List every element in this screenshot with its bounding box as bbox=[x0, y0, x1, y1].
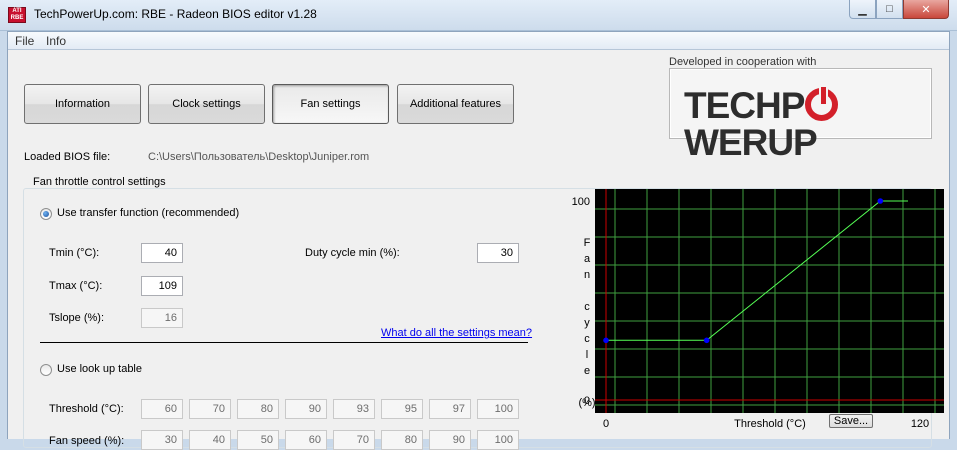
curve-point bbox=[603, 337, 609, 344]
x-tick-label: 0 bbox=[603, 418, 609, 430]
y-axis-label: (%) bbox=[578, 397, 595, 409]
main-window: File Info Information Clock settings Fan… bbox=[7, 31, 950, 450]
tslope-field bbox=[141, 308, 183, 328]
power-icon bbox=[805, 85, 839, 121]
fan-speed-field-1 bbox=[141, 430, 183, 450]
lookup-table-radio[interactable] bbox=[40, 364, 52, 376]
techpowerup-logo[interactable]: TECHPWERUP bbox=[669, 68, 932, 161]
y-axis-label: l bbox=[586, 349, 588, 361]
duty-cycle-min-field[interactable] bbox=[477, 243, 519, 263]
fan-speed-label: Fan speed (%): bbox=[49, 435, 125, 447]
fan-curve-chart: 100 0 0 120 Threshold (°C) Fa n c y c l e (%) Save..… bbox=[548, 182, 950, 440]
bios-file-path: C:\Users\Пользователь\Desktop\Juniper.ro… bbox=[148, 151, 370, 163]
tab-clock-settings[interactable]: Clock settings bbox=[148, 84, 265, 124]
y-axis-label: a bbox=[584, 253, 591, 265]
transfer-function-radio[interactable] bbox=[40, 208, 52, 220]
fan-speed-field-2 bbox=[189, 430, 231, 450]
fan-speed-field-8 bbox=[477, 430, 519, 450]
fan-speed-field-7 bbox=[429, 430, 471, 450]
y-axis-label: e bbox=[584, 365, 590, 377]
threshold-field-2 bbox=[189, 399, 231, 419]
curve-point bbox=[877, 198, 884, 204]
tmin-label: Tmin (°C): bbox=[49, 247, 100, 259]
y-axis-label: c bbox=[584, 333, 590, 345]
bios-file-label: Loaded BIOS file: bbox=[24, 151, 111, 163]
title-bar: ATI RBE TechPowerUp.com: RBE - Radeon BI… bbox=[0, 0, 957, 31]
save-chart-button[interactable]: Save... bbox=[829, 414, 873, 428]
tslope-label: Tslope (%): bbox=[49, 312, 105, 324]
y-tick-label: 100 bbox=[572, 196, 590, 208]
threshold-field-1 bbox=[141, 399, 183, 419]
tab-information[interactable]: Information bbox=[24, 84, 141, 124]
divider bbox=[40, 342, 528, 343]
menu-bar: File Info bbox=[8, 32, 949, 50]
tmax-label: Tmax (°C): bbox=[49, 280, 103, 292]
tmax-field[interactable] bbox=[141, 276, 183, 296]
x-tick-label: 120 bbox=[911, 418, 929, 430]
y-axis-label: y bbox=[584, 317, 590, 329]
x-axis-label: Threshold (°C) bbox=[734, 418, 806, 430]
app-icon: ATI RBE bbox=[8, 7, 26, 23]
fan-speed-field-3 bbox=[237, 430, 279, 450]
y-axis-label: n bbox=[584, 269, 590, 281]
fan-speed-field-4 bbox=[285, 430, 327, 450]
threshold-label: Threshold (°C): bbox=[49, 403, 124, 415]
logo-wordmark: TECHPWERUP bbox=[684, 85, 931, 161]
fan-curve-svg: 10000 120Threshold (°C)Fancycle(%) bbox=[572, 189, 944, 430]
fan-speed-field-5 bbox=[333, 430, 375, 450]
menu-info[interactable]: Info bbox=[46, 34, 66, 48]
menu-file[interactable]: File bbox=[15, 34, 34, 48]
curve-point bbox=[703, 337, 710, 344]
developed-caption: Developed in cooperation with bbox=[669, 56, 817, 68]
threshold-field-5 bbox=[333, 399, 375, 419]
maximize-icon[interactable]: □ bbox=[876, 0, 903, 19]
tab-additional-features[interactable]: Additional features bbox=[397, 84, 514, 124]
threshold-field-7 bbox=[429, 399, 471, 419]
threshold-field-8 bbox=[477, 399, 519, 419]
transfer-function-label: Use transfer function (recommended) bbox=[57, 207, 240, 219]
duty-cycle-min-label: Duty cycle min (%): bbox=[305, 247, 400, 259]
window-controls: ▁ □ ✕ bbox=[849, 0, 949, 19]
window-title: TechPowerUp.com: RBE - Radeon BIOS edito… bbox=[34, 7, 317, 21]
threshold-field-4 bbox=[285, 399, 327, 419]
threshold-field-3 bbox=[237, 399, 279, 419]
settings-help-link[interactable]: What do all the settings mean? bbox=[381, 327, 532, 339]
minimize-icon[interactable]: ▁ bbox=[849, 0, 876, 19]
tab-fan-settings[interactable]: Fan settings bbox=[272, 84, 389, 124]
tmin-field[interactable] bbox=[141, 243, 183, 263]
fan-speed-field-6 bbox=[381, 430, 423, 450]
y-axis-label: F bbox=[584, 237, 591, 249]
close-icon[interactable]: ✕ bbox=[903, 0, 949, 19]
fan-control-group-title: Fan throttle control settings bbox=[30, 176, 169, 188]
y-axis-label: c bbox=[584, 301, 590, 313]
lookup-table-label: Use look up table bbox=[57, 363, 142, 375]
threshold-field-6 bbox=[381, 399, 423, 419]
